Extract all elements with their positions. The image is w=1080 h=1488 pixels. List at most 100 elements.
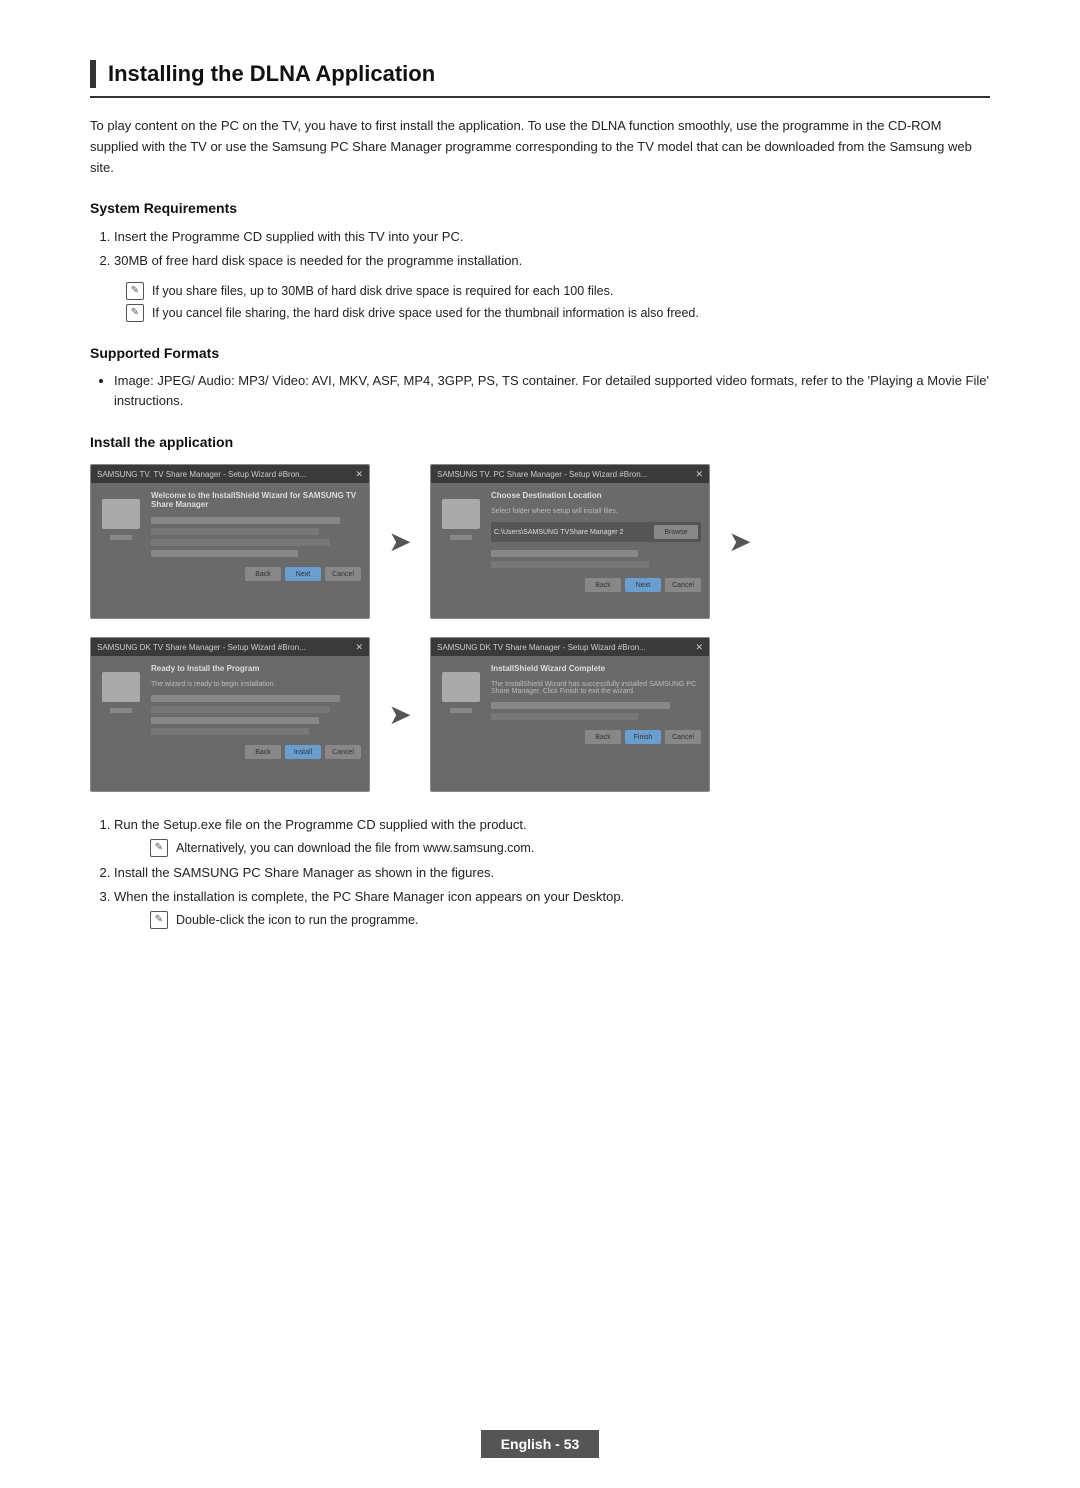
screenshot-2: SAMSUNG TV. PC Share Manager - Setup Wiz… xyxy=(430,464,710,619)
content-1: Welcome to the InstallShield Wizard for … xyxy=(151,491,361,581)
ss-line xyxy=(491,702,670,709)
supported-formats-heading: Supported Formats xyxy=(90,345,990,361)
button-row-1: Back Next Cancel xyxy=(151,567,361,581)
titlebar-4: SAMSUNG DK TV Share Manager - Setup Wiza… xyxy=(431,638,709,656)
stand-1 xyxy=(110,535,132,540)
titlebar-text-3: SAMSUNG DK TV Share Manager - Setup Wiza… xyxy=(97,643,306,652)
body-2: Choose Destination Location Select folde… xyxy=(431,483,709,618)
note-block-1: ✎ Alternatively, you can download the fi… xyxy=(150,838,990,858)
icon-area-1 xyxy=(99,491,143,540)
close-btn-4: ✕ xyxy=(695,642,703,653)
note-icon: ✎ xyxy=(126,304,144,322)
browse-btn: Browse xyxy=(654,525,698,539)
notes-block: ✎ If you share files, up to 30MB of hard… xyxy=(126,281,990,323)
ss-btn-cancel: Cancel xyxy=(325,567,361,581)
ss-btn-finish: Finish xyxy=(625,730,661,744)
note-item: ✎ If you cancel file sharing, the hard d… xyxy=(126,303,990,323)
ss-line xyxy=(151,550,298,557)
supported-formats-list: Image: JPEG/ Audio: MP3/ Video: AVI, MKV… xyxy=(114,371,990,413)
stand-4 xyxy=(450,708,472,713)
computer-icon-2 xyxy=(442,499,480,529)
note-block-3: ✎ Double-click the icon to run the progr… xyxy=(150,910,990,930)
body-1: Welcome to the InstallShield Wizard for … xyxy=(91,483,369,618)
ss-btn: Back xyxy=(245,745,281,759)
ss-line xyxy=(151,717,319,724)
button-row-4: Back Finish Cancel xyxy=(491,730,701,744)
content-3: Ready to Install the Program The wizard … xyxy=(151,664,361,759)
supported-formats-section: Supported Formats Image: JPEG/ Audio: MP… xyxy=(90,345,990,413)
note-icon: ✎ xyxy=(126,282,144,300)
ss-title-3: Ready to Install the Program xyxy=(151,664,361,673)
note-item: ✎ If you share files, up to 30MB of hard… xyxy=(126,281,990,301)
titlebar-2: SAMSUNG TV. PC Share Manager - Setup Wiz… xyxy=(431,465,709,483)
footer: English - 53 xyxy=(0,1430,1080,1458)
screenshot-row-2: SAMSUNG DK TV Share Manager - Setup Wiza… xyxy=(90,637,990,792)
ss-btn-next: Next xyxy=(285,567,321,581)
list-item: 30MB of free hard disk space is needed f… xyxy=(114,250,990,272)
path-text: C:\Users\SAMSUNG TVShare Manager 2 xyxy=(494,529,651,536)
ss-btn-cancel: Cancel xyxy=(665,730,701,744)
system-requirements-section: System Requirements Insert the Programme… xyxy=(90,200,990,322)
ss-subtitle-3: The wizard is ready to begin installatio… xyxy=(151,681,361,688)
screenshot-3: SAMSUNG DK TV Share Manager - Setup Wiza… xyxy=(90,637,370,792)
screenshot-1: SAMSUNG TV. TV Share Manager - Setup Wiz… xyxy=(90,464,370,619)
icon-area-4 xyxy=(439,664,483,713)
ss-btn-install: Install xyxy=(285,745,321,759)
icon-area-3 xyxy=(99,664,143,713)
icon-area-2 xyxy=(439,491,483,540)
page: Installing the DLNA Application To play … xyxy=(0,0,1080,1488)
titlebar-text-4: SAMSUNG DK TV Share Manager - Setup Wiza… xyxy=(437,643,646,652)
section-header: Installing the DLNA Application xyxy=(90,60,990,98)
screenshots-container: SAMSUNG TV. TV Share Manager - Setup Wiz… xyxy=(90,464,990,792)
body-3: Ready to Install the Program The wizard … xyxy=(91,656,369,791)
install-step-1: Run the Setup.exe file on the Programme … xyxy=(114,814,990,858)
ss-btn: Back xyxy=(585,730,621,744)
ss-line xyxy=(151,706,330,713)
footer-badge: English - 53 xyxy=(481,1430,600,1458)
stand-3 xyxy=(110,708,132,713)
button-row-2: Back Next Cancel xyxy=(491,578,701,592)
stand-2 xyxy=(450,535,472,540)
ss-title-4: InstallShield Wizard Complete xyxy=(491,664,701,673)
ss-btn-next: Next xyxy=(625,578,661,592)
ss-btn-cancel: Cancel xyxy=(665,578,701,592)
path-row: C:\Users\SAMSUNG TVShare Manager 2 Brows… xyxy=(491,522,701,542)
titlebar-text-1: SAMSUNG TV. TV Share Manager - Setup Wiz… xyxy=(97,470,306,479)
section-title: Installing the DLNA Application xyxy=(108,61,435,87)
arrow-1: ➤ xyxy=(370,525,430,558)
section-header-bar xyxy=(90,60,96,88)
note-icon: ✎ xyxy=(150,911,168,929)
list-item: Image: JPEG/ Audio: MP3/ Video: AVI, MKV… xyxy=(114,371,990,413)
titlebar-1: SAMSUNG TV. TV Share Manager - Setup Wiz… xyxy=(91,465,369,483)
note-text-1a: Alternatively, you can download the file… xyxy=(176,838,534,858)
close-btn-2: ✕ xyxy=(695,469,703,480)
system-requirements-list: Insert the Programme CD supplied with th… xyxy=(114,226,990,272)
ss-subtitle-2: Select folder where setup will install f… xyxy=(491,508,701,515)
arrow-2: ➤ xyxy=(710,525,770,558)
list-item: Insert the Programme CD supplied with th… xyxy=(114,226,990,248)
titlebar-3: SAMSUNG DK TV Share Manager - Setup Wiza… xyxy=(91,638,369,656)
ss-line xyxy=(151,528,319,535)
computer-icon-4 xyxy=(442,672,480,702)
ss-title-1: Welcome to the InstallShield Wizard for … xyxy=(151,491,361,509)
content-4: InstallShield Wizard Complete The Instal… xyxy=(491,664,701,744)
computer-icon-1 xyxy=(102,499,140,529)
intro-text: To play content on the PC on the TV, you… xyxy=(90,116,990,178)
screenshot-row-1: SAMSUNG TV. TV Share Manager - Setup Wiz… xyxy=(90,464,990,619)
ss-line xyxy=(491,561,649,568)
body-4: InstallShield Wizard Complete The Instal… xyxy=(431,656,709,791)
ss-line xyxy=(151,517,340,524)
close-btn-1: ✕ xyxy=(355,469,363,480)
ss-btn: Back xyxy=(245,567,281,581)
ss-title-2: Choose Destination Location xyxy=(491,491,701,500)
note-icon: ✎ xyxy=(150,839,168,857)
ss-btn-cancel: Cancel xyxy=(325,745,361,759)
note-item-1a: ✎ Alternatively, you can download the fi… xyxy=(150,838,990,858)
note-text: If you cancel file sharing, the hard dis… xyxy=(152,303,699,323)
install-steps-list: Run the Setup.exe file on the Programme … xyxy=(114,814,990,930)
button-row-3: Back Install Cancel xyxy=(151,745,361,759)
ss-line xyxy=(151,728,309,735)
ss-subtitle-4: The InstallShield Wizard has successfull… xyxy=(491,681,701,695)
install-application-section: Install the application SAMSUNG TV. TV S… xyxy=(90,434,990,930)
arrow-3: ➤ xyxy=(370,698,430,731)
